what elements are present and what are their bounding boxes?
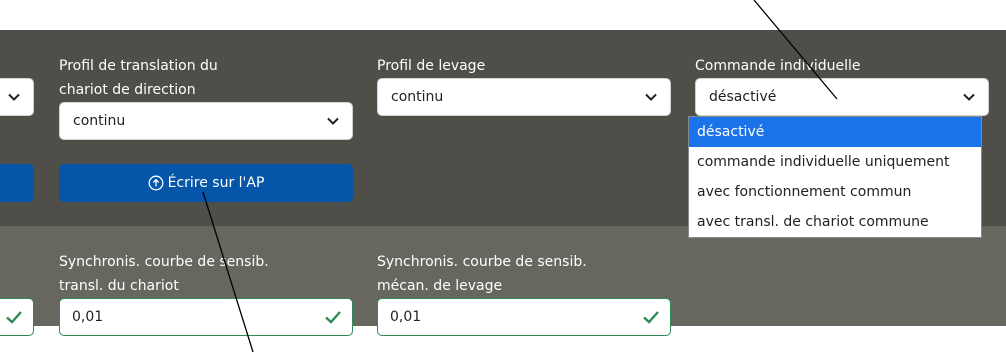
individual-control-dropdown: désactivé commande individuelle uniqueme… — [688, 116, 982, 238]
hoist-sync-value: 0,01 — [390, 309, 422, 325]
chevron-down-icon — [8, 93, 20, 101]
dropdown-option[interactable]: commande individuelle uniquement — [689, 147, 981, 177]
check-icon — [643, 311, 659, 324]
trolley-sync-label-line2: transl. du chariot — [59, 278, 179, 294]
hoist-profile-value: continu — [391, 89, 444, 105]
hoist-sync-label-line1: Synchronis. courbe de sensib. — [377, 254, 587, 270]
arrow-up-circle-icon — [148, 175, 164, 191]
individual-control-value: désactivé — [709, 89, 777, 105]
chevron-down-icon — [645, 93, 657, 101]
trolley-sync-input[interactable]: 0,01 — [59, 298, 353, 336]
individual-control-label: Commande individuelle — [695, 58, 861, 74]
trolley-profile-value: continu — [73, 113, 126, 129]
trolley-profile-select[interactable]: continu — [59, 102, 353, 140]
check-icon — [325, 311, 341, 324]
dropdown-option[interactable]: avec fonctionnement commun — [689, 177, 981, 207]
screen: Profil de translation du chariot de dire… — [0, 0, 1006, 356]
trolley-profile-label-line1: Profil de translation du — [59, 58, 218, 74]
partial-sync-field[interactable] — [0, 298, 34, 336]
dropdown-option[interactable]: avec transl. de chariot commune — [689, 207, 981, 237]
write-to-plc-button[interactable]: Écrire sur l'AP — [59, 164, 353, 202]
trolley-profile-label-line2: chariot de direction — [59, 82, 196, 98]
hoist-profile-select[interactable]: continu — [377, 78, 671, 116]
write-to-plc-label: Écrire sur l'AP — [167, 175, 265, 191]
check-icon — [6, 311, 22, 324]
dropdown-option[interactable]: désactivé — [689, 117, 981, 147]
chevron-down-icon — [327, 117, 339, 125]
trolley-sync-label-line1: Synchronis. courbe de sensib. — [59, 254, 269, 270]
trolley-sync-value: 0,01 — [72, 309, 104, 325]
individual-control-select[interactable]: désactivé — [695, 78, 989, 116]
partial-select[interactable] — [0, 78, 34, 116]
chevron-down-icon — [963, 93, 975, 101]
hoist-sync-label-line2: mécan. de levage — [377, 278, 503, 294]
partial-write-button[interactable] — [0, 164, 34, 202]
hoist-profile-label: Profil de levage — [377, 58, 486, 74]
hoist-sync-input[interactable]: 0,01 — [377, 298, 671, 336]
